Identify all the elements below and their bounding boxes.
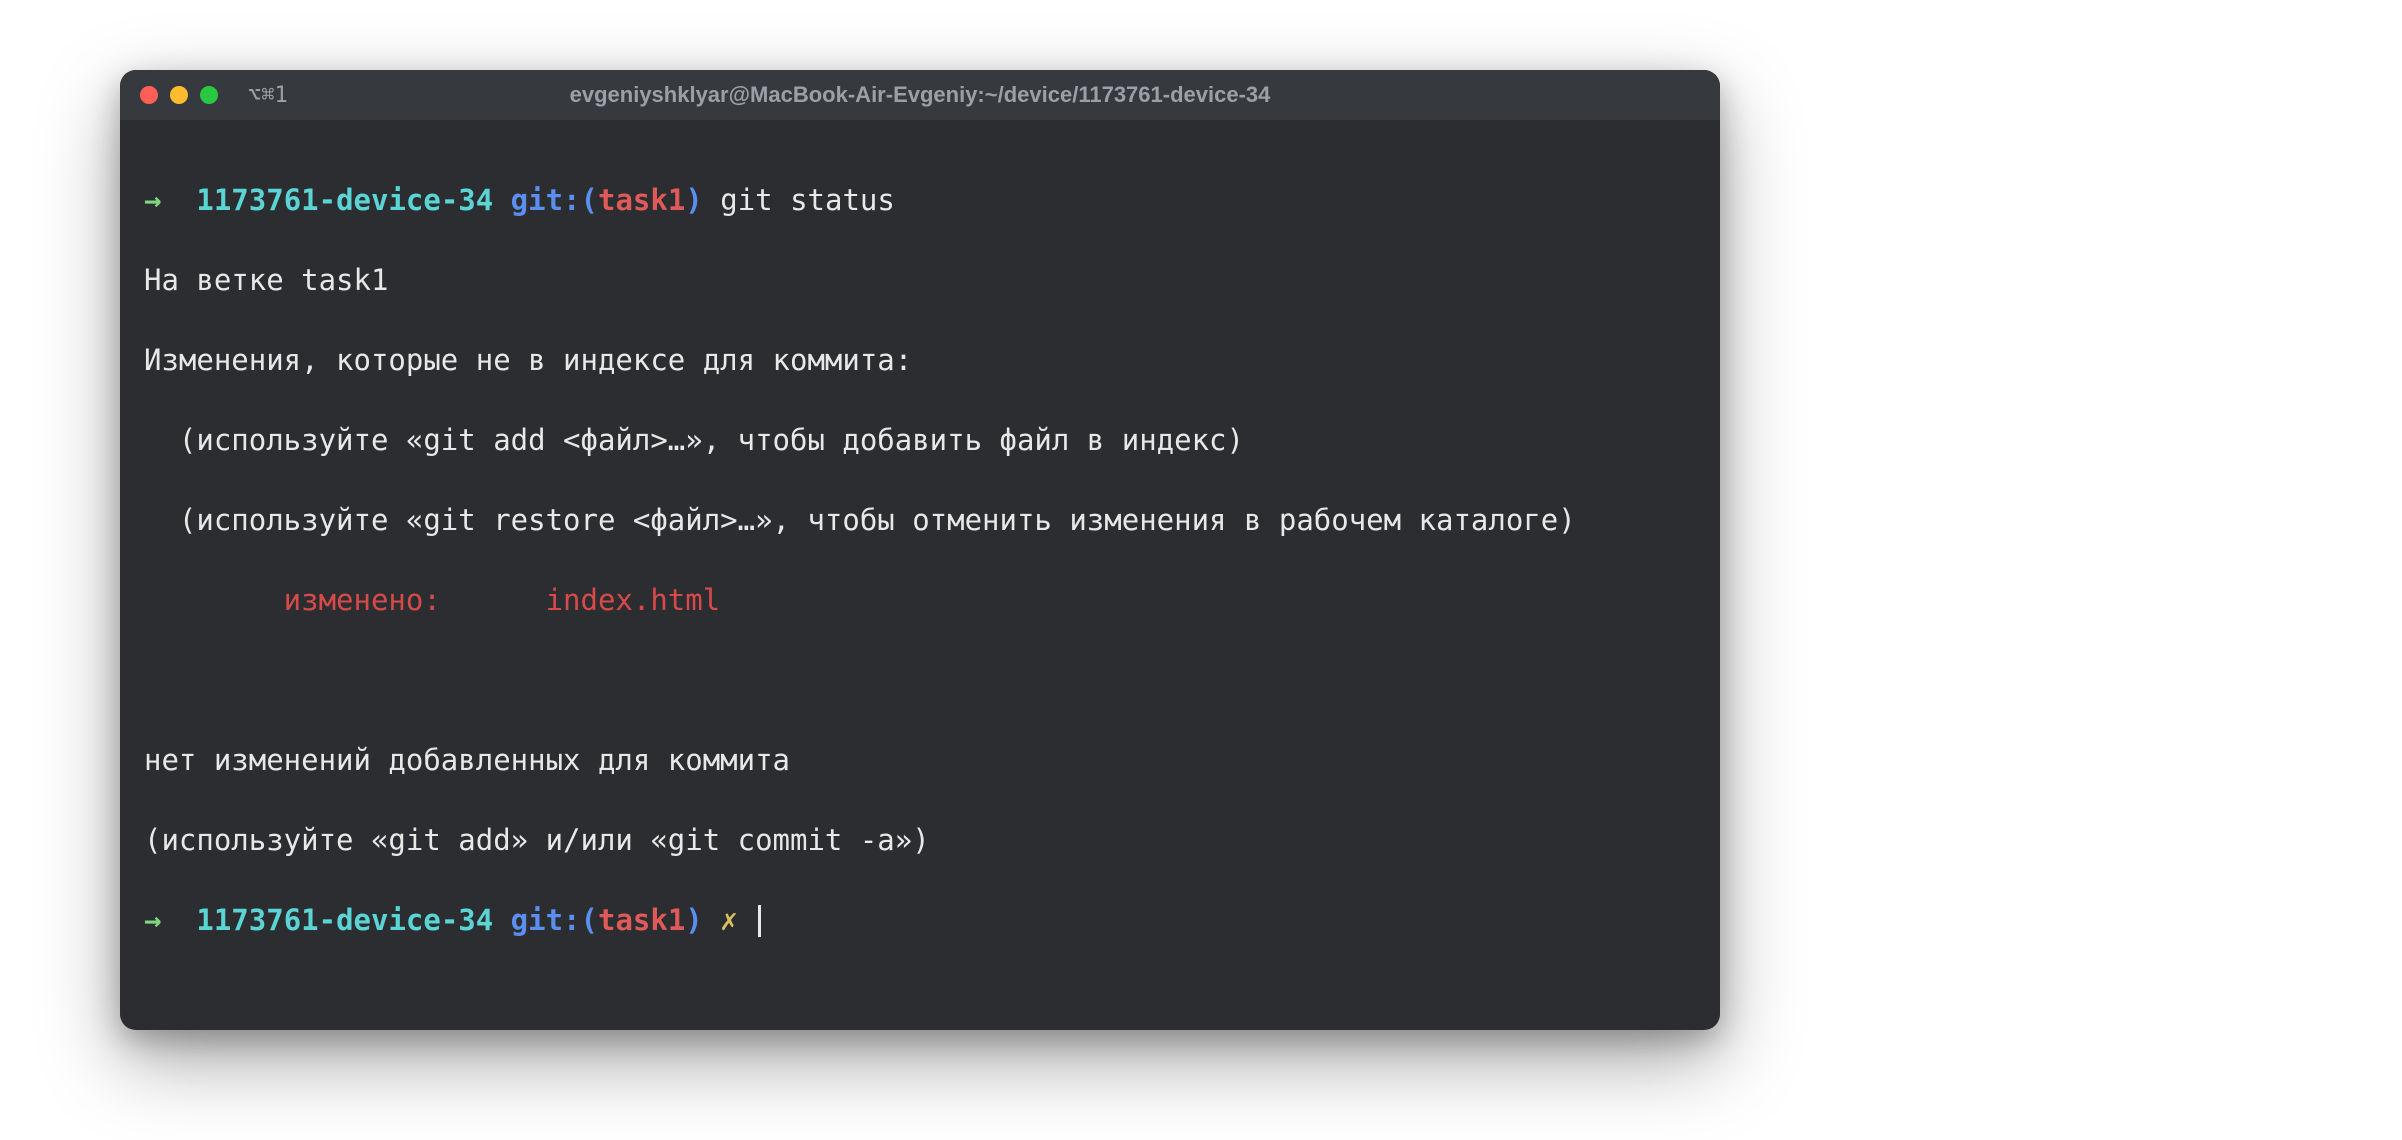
terminal-window[interactable]: ⌥⌘1 evgeniyshklyar@MacBook-Air-Evgeniy:~… — [120, 70, 1720, 1030]
prompt-arrow-icon: → — [144, 903, 161, 937]
output-line: На ветке task1 — [144, 260, 1696, 300]
minimize-icon[interactable] — [170, 86, 188, 104]
cursor-icon — [758, 905, 761, 937]
close-icon[interactable] — [140, 86, 158, 104]
output-line: (используйте «git add <файл>…», чтобы до… — [144, 420, 1696, 460]
prompt-line: → 1173761-device-34 git:(task1) ✗ — [144, 900, 1696, 940]
terminal-body[interactable]: → 1173761-device-34 git:(task1) git stat… — [120, 120, 1720, 1030]
output-line: (используйте «git restore <файл>…», чтоб… — [144, 500, 1696, 540]
prompt-line: → 1173761-device-34 git:(task1) git stat… — [144, 180, 1696, 220]
prompt-arrow-icon: → — [144, 183, 161, 217]
output-line: (используйте «git add» и/или «git commit… — [144, 820, 1696, 860]
traffic-lights — [140, 86, 218, 104]
output-line: нет изменений добавленных для коммита — [144, 740, 1696, 780]
prompt-dir: 1173761-device-34 — [196, 183, 493, 217]
prompt-branch: task1 — [598, 183, 685, 217]
prompt-dir: 1173761-device-34 — [196, 903, 493, 937]
output-modified-line: изменено: index.html — [144, 580, 1696, 620]
prompt-git-label: git:( — [511, 183, 598, 217]
prompt-branch: task1 — [598, 903, 685, 937]
shortcut-label: ⌥⌘1 — [248, 83, 288, 108]
output-line: Изменения, которые не в индексе для комм… — [144, 340, 1696, 380]
modified-label: изменено: — [144, 583, 546, 617]
command-text: git status — [720, 183, 895, 217]
prompt-git-close: ) — [685, 903, 702, 937]
prompt-git-label: git:( — [511, 903, 598, 937]
titlebar: ⌥⌘1 evgeniyshklyar@MacBook-Air-Evgeniy:~… — [120, 70, 1720, 120]
maximize-icon[interactable] — [200, 86, 218, 104]
prompt-git-close: ) — [685, 183, 702, 217]
modified-file: index.html — [546, 583, 721, 617]
output-blank-line — [144, 660, 1696, 700]
window-title: evgeniyshklyar@MacBook-Air-Evgeniy:~/dev… — [570, 82, 1271, 108]
dirty-icon: ✗ — [720, 903, 737, 937]
